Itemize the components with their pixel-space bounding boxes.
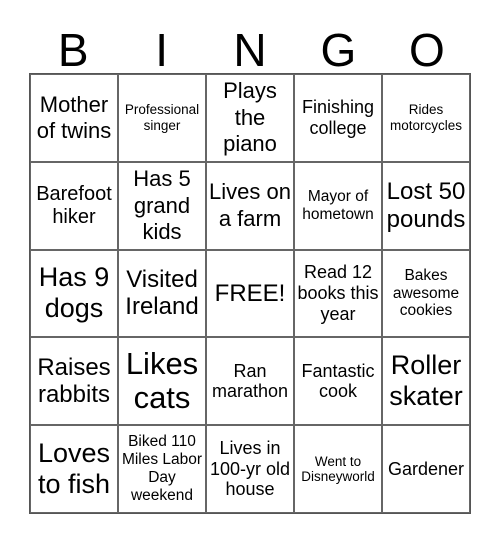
bingo-cell[interactable]: Fantastic cook [294,337,382,426]
bingo-cell[interactable]: Professional singer [118,74,206,162]
bingo-header: B I N G O [29,24,471,76]
bingo-cell[interactable]: Plays the piano [206,74,294,162]
bingo-grid: Mother of twins Professional singer Play… [29,73,471,514]
bingo-cell[interactable]: Loves to fish [30,425,118,513]
bingo-cell[interactable]: Ran marathon [206,337,294,426]
bingo-cell[interactable]: Has 9 dogs [30,249,118,338]
bingo-cell[interactable]: Read 12 books this year [294,249,382,338]
bingo-cell[interactable]: Went to Disneyworld [294,425,382,513]
bingo-cell[interactable]: Roller skater [382,337,470,426]
bingo-cell[interactable]: Finishing college [294,74,382,162]
bingo-cell[interactable]: Rides motorcycles [382,74,470,162]
bingo-cell[interactable]: Gardener [382,425,470,513]
header-letter-n: N [233,24,267,76]
bingo-cell[interactable]: Biked 110 Miles Labor Day weekend [118,425,206,513]
header-letter-g: G [320,24,357,76]
bingo-cell[interactable]: Lost 50 pounds [382,161,470,250]
header-letter-o: O [408,24,445,76]
bingo-cell[interactable]: Mother of twins [30,74,118,162]
bingo-cell[interactable]: Bakes awesome cookies [382,249,470,338]
bingo-cell[interactable]: Barefoot hiker [30,161,118,250]
bingo-cell[interactable]: Raises rabbits [30,337,118,426]
bingo-cell[interactable]: Has 5 grand kids [118,161,206,250]
bingo-cell[interactable]: Likes cats [118,337,206,426]
bingo-cell[interactable]: Lives on a farm [206,161,294,250]
bingo-cell[interactable]: Visited Ireland [118,249,206,338]
header-letter-i: I [155,24,168,76]
header-letter-b: B [57,24,89,76]
bingo-cell[interactable]: Lives in 100-yr old house [206,425,294,513]
bingo-cell[interactable]: Mayor of hometown [294,161,382,250]
free-space[interactable]: FREE! [206,249,294,338]
